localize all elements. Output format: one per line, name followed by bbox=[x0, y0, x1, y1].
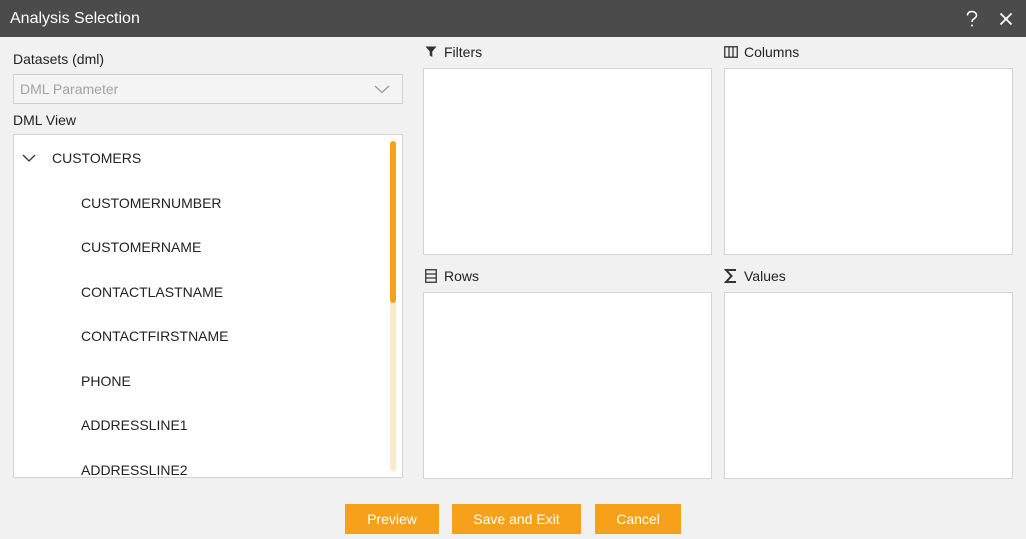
rows-header: Rows bbox=[424, 268, 479, 284]
rows-label: Rows bbox=[444, 268, 480, 284]
window-controls bbox=[962, 9, 1016, 29]
chevron-down-icon bbox=[374, 82, 390, 98]
tree-field-item[interactable]: CONTACTLASTNAME bbox=[81, 284, 223, 300]
scrollbar-thumb[interactable] bbox=[390, 141, 396, 303]
filters-dropzone[interactable] bbox=[423, 68, 712, 255]
columns-label: Columns bbox=[744, 44, 800, 60]
close-icon[interactable] bbox=[996, 9, 1016, 29]
preview-button[interactable]: Preview bbox=[345, 504, 439, 534]
save-and-exit-button[interactable]: Save and Exit bbox=[452, 504, 581, 534]
title-bar: Analysis Selection bbox=[0, 0, 1026, 37]
sigma-icon bbox=[724, 269, 738, 283]
datasets-label: Datasets (dml) bbox=[13, 51, 105, 67]
filter-icon bbox=[424, 45, 438, 59]
tree-node-customers[interactable]: CUSTOMERS bbox=[22, 150, 141, 166]
filters-label: Filters bbox=[444, 44, 483, 60]
tree-scrollbar[interactable] bbox=[390, 141, 396, 471]
tree-field-item[interactable]: ADDRESSLINE2 bbox=[81, 462, 188, 477]
dml-view-label: DML View bbox=[13, 112, 77, 128]
rows-dropzone[interactable] bbox=[423, 292, 712, 479]
dialog-title: Analysis Selection bbox=[10, 9, 140, 27]
question-icon[interactable] bbox=[962, 9, 982, 29]
cancel-button[interactable]: Cancel bbox=[595, 504, 681, 534]
datasets-selected-value: DML Parameter bbox=[20, 81, 119, 97]
values-label: Values bbox=[744, 268, 786, 284]
columns-dropzone[interactable] bbox=[724, 68, 1013, 255]
rows-icon bbox=[424, 269, 438, 283]
tree-field-item[interactable]: CONTACTFIRSTNAME bbox=[81, 328, 229, 344]
chevron-down-icon[interactable] bbox=[22, 151, 44, 165]
values-dropzone[interactable] bbox=[724, 292, 1013, 479]
tree-field-item[interactable]: CUSTOMERNAME bbox=[81, 239, 201, 255]
tree-node-label: CUSTOMERS bbox=[52, 150, 142, 166]
filters-header: Filters bbox=[424, 44, 482, 60]
tree-field-item[interactable]: ADDRESSLINE1 bbox=[81, 417, 188, 433]
dml-view-tree: CUSTOMERS CUSTOMERNUMBER CUSTOMERNAME CO… bbox=[13, 134, 403, 478]
tree-field-item[interactable]: CUSTOMERNUMBER bbox=[81, 195, 222, 211]
columns-header: Columns bbox=[724, 44, 799, 60]
tree-field-item[interactable]: PHONE bbox=[81, 373, 131, 389]
columns-icon bbox=[724, 45, 738, 59]
values-header: Values bbox=[724, 268, 786, 284]
datasets-dropdown[interactable]: DML Parameter bbox=[13, 74, 403, 104]
